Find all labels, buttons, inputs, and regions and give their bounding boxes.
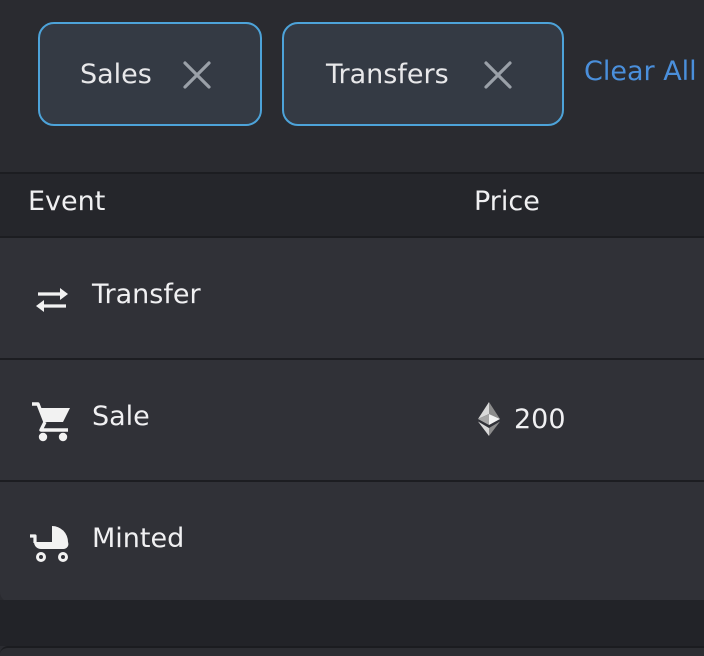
next-panel-edge — [0, 646, 704, 656]
table-row[interactable]: Sale 200 — [0, 360, 704, 482]
shopping-cart-icon — [32, 402, 70, 442]
price-value: 200 — [514, 403, 566, 435]
close-icon[interactable] — [181, 59, 213, 91]
table-header: Event Price — [0, 174, 704, 238]
baby-stroller-icon — [30, 526, 69, 562]
ethereum-icon — [478, 402, 500, 436]
activity-table: Event Price Transfer Sale 200 Minted — [0, 172, 704, 602]
filter-chip-sales[interactable]: Sales — [38, 22, 262, 126]
event-label: Transfer — [92, 279, 201, 310]
price-cell: 200 — [478, 401, 566, 437]
filter-chip-label: Sales — [80, 58, 152, 90]
event-label: Sale — [92, 401, 150, 432]
transfer-arrows-icon — [36, 288, 68, 312]
table-row[interactable]: Minted — [0, 482, 704, 602]
panel-gap — [0, 600, 704, 646]
active-filters-bar: Sales Transfers Clear All — [0, 0, 704, 172]
filter-chip-transfers[interactable]: Transfers — [282, 22, 564, 126]
clear-all-link[interactable]: Clear All — [584, 56, 697, 87]
filter-chip-label: Transfers — [326, 58, 449, 90]
table-row[interactable]: Transfer — [0, 238, 704, 360]
column-header-price: Price — [474, 186, 540, 217]
close-icon[interactable] — [482, 59, 514, 91]
event-label: Minted — [92, 523, 185, 554]
column-header-event: Event — [28, 186, 106, 217]
